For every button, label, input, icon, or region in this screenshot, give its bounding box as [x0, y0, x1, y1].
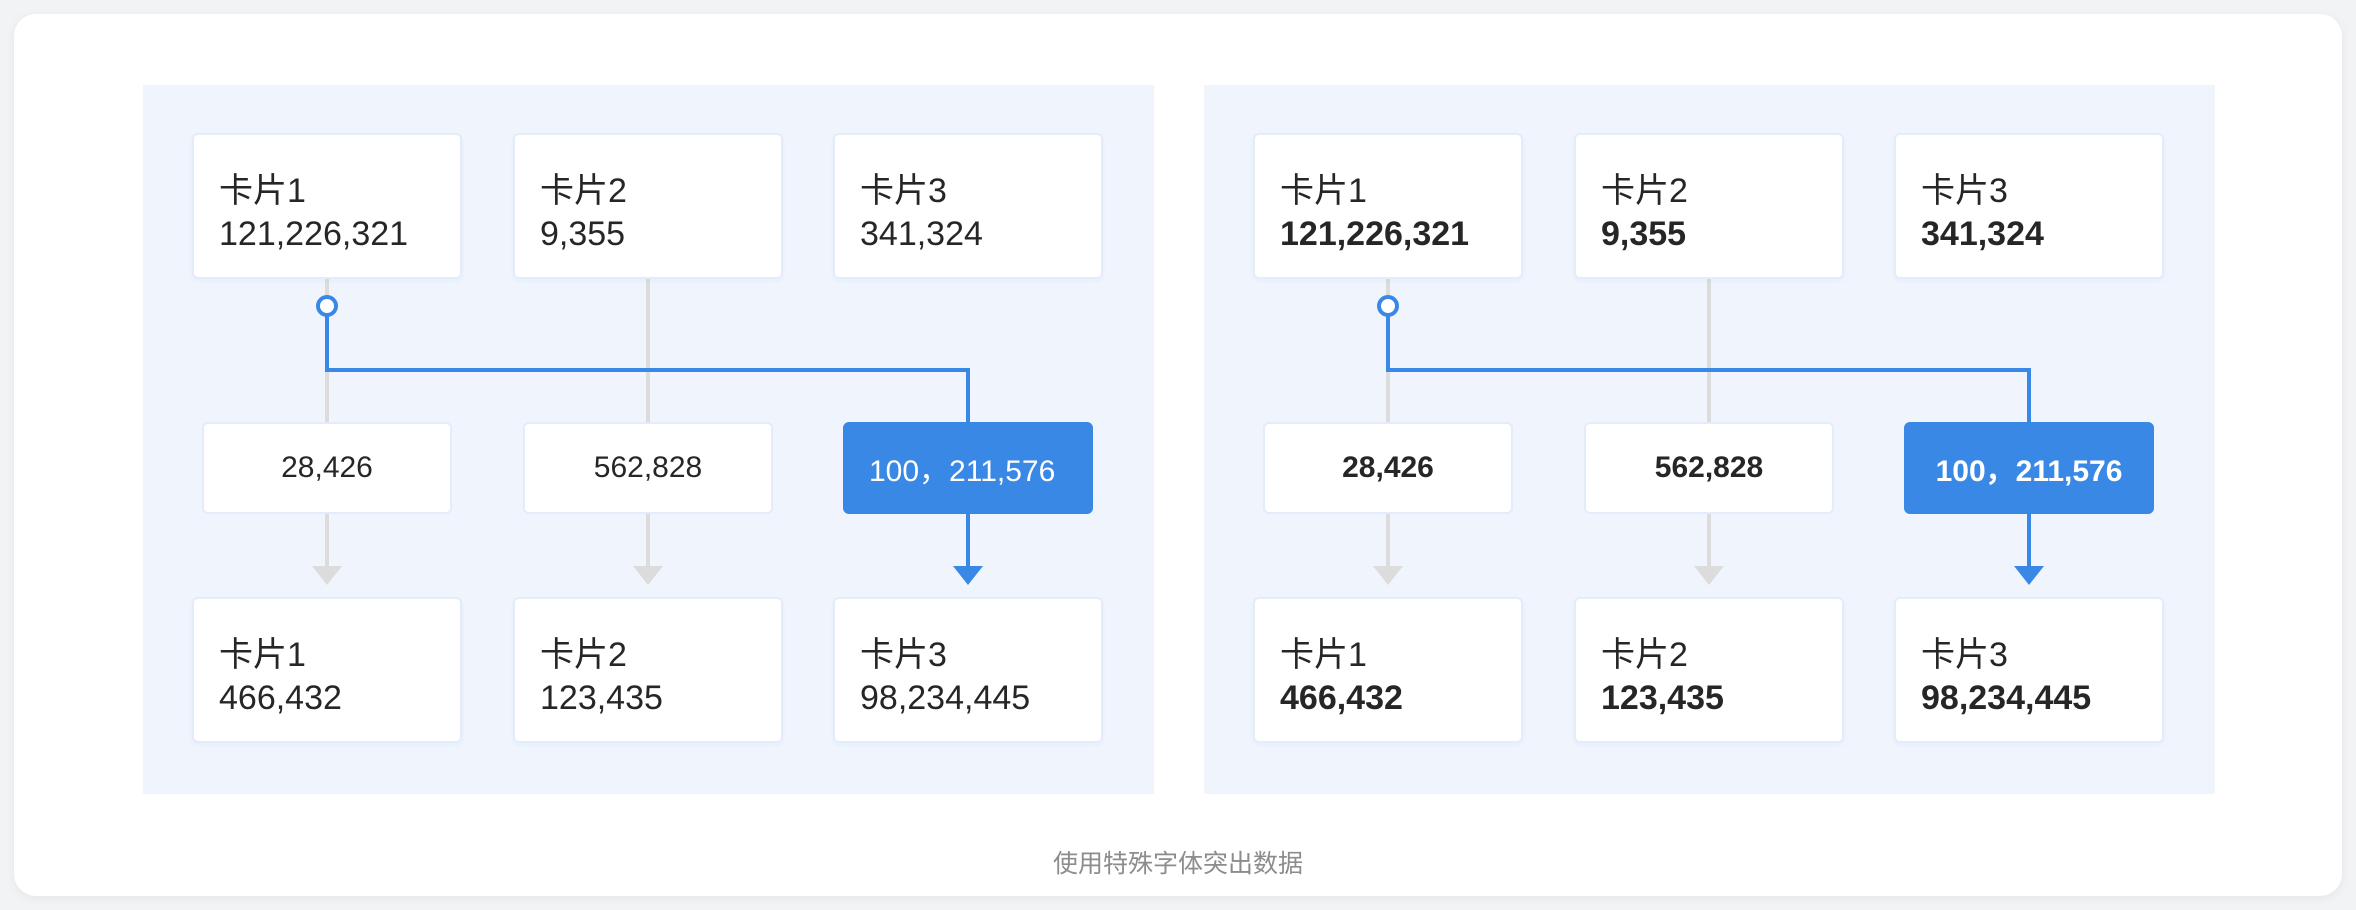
card-title: 卡片1 [219, 636, 306, 674]
top-card-1: 卡片1 121,226,321 [192, 133, 462, 279]
card-value: 341,324 [1921, 215, 2044, 253]
card-value: 123,435 [1601, 679, 1724, 717]
card-value: 466,432 [1280, 679, 1403, 717]
middle-value-1: 28,426 [1263, 422, 1513, 514]
arrow-gray-1 [1373, 566, 1403, 585]
middle-value-2: 562,828 [523, 422, 773, 514]
card-value: 121,226,321 [1280, 215, 1470, 253]
panel-regular-font: 卡片1 121,226,321 卡片2 9,355 卡片3 341,324 28… [143, 85, 1154, 794]
card-value: 98,234,445 [1921, 679, 2092, 717]
arrow-gray-2 [633, 566, 663, 585]
bottom-card-1: 卡片1 466,432 [192, 597, 462, 743]
card-value: 9,355 [1601, 215, 1687, 253]
arrow-highlight [953, 566, 983, 585]
arrow-gray-1 [312, 566, 342, 585]
connector-origin-dot [1377, 295, 1399, 317]
card-title: 卡片3 [860, 636, 947, 674]
middle-value-3-highlighted: 100，211,576 [1904, 422, 2154, 514]
top-card-1: 卡片1 121,226,321 [1253, 133, 1523, 279]
card-value: 123,435 [540, 679, 663, 717]
arrow-gray-2 [1694, 566, 1724, 585]
card-title: 卡片2 [540, 636, 627, 674]
card-title: 卡片3 [1921, 636, 2008, 674]
card-title: 卡片3 [860, 172, 947, 210]
middle-value-1: 28,426 [202, 422, 452, 514]
card-value: 341,324 [860, 215, 983, 253]
card-title: 卡片1 [1280, 172, 1367, 210]
bottom-card-3: 卡片3 98,234,445 [1894, 597, 2164, 743]
top-card-3: 卡片3 341,324 [1894, 133, 2164, 279]
connector-origin-dot [316, 295, 338, 317]
card-title: 卡片3 [1921, 172, 2008, 210]
card-title: 卡片2 [1601, 172, 1688, 210]
figure-caption: 使用特殊字体突出数据 [1052, 850, 1303, 878]
card-title: 卡片1 [219, 172, 306, 210]
middle-value-3-highlighted: 100，211,576 [843, 422, 1093, 514]
top-card-2: 卡片2 9,355 [513, 133, 783, 279]
bottom-card-3: 卡片3 98,234,445 [833, 597, 1103, 743]
arrow-highlight [2014, 566, 2044, 585]
card-value: 9,355 [540, 215, 626, 253]
panel-bold-font: 卡片1 121,226,321 卡片2 9,355 卡片3 341,324 28… [1204, 85, 2215, 794]
middle-value-2: 562,828 [1584, 422, 1834, 514]
card-value: 98,234,445 [860, 679, 1031, 717]
card-title: 卡片2 [1601, 636, 1688, 674]
bottom-card-1: 卡片1 466,432 [1253, 597, 1523, 743]
bottom-card-2: 卡片2 123,435 [513, 597, 783, 743]
top-card-2: 卡片2 9,355 [1574, 133, 1844, 279]
card-value: 121,226,321 [219, 215, 409, 253]
card-title: 卡片1 [1280, 636, 1367, 674]
top-card-3: 卡片3 341,324 [833, 133, 1103, 279]
card-value: 466,432 [219, 679, 342, 717]
bottom-card-2: 卡片2 123,435 [1574, 597, 1844, 743]
card-title: 卡片2 [540, 172, 627, 210]
